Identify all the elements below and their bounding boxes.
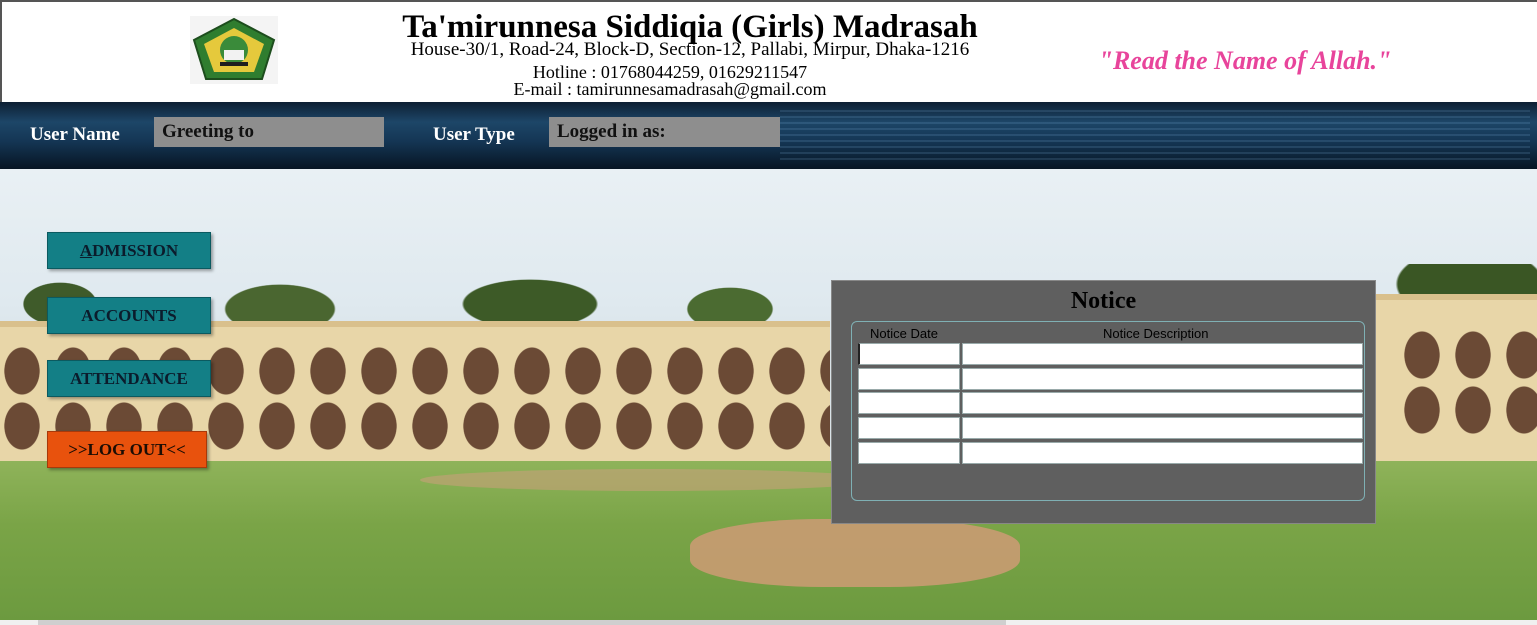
user-type-label: User Type [433,124,515,145]
attendance-button[interactable]: ATTENDANCE [47,360,211,397]
notice-description-cell[interactable] [962,392,1363,414]
column-header-notice-date: Notice Date [870,326,938,341]
notice-date-cell[interactable] [858,343,960,365]
admission-button[interactable]: A DMISSION [47,232,211,269]
notice-title: Notice [1070,288,1137,314]
user-type-field: Logged in as: [549,117,780,147]
notice-description-cell[interactable] [962,368,1363,390]
logout-button[interactable]: >>LOG OUT<< [47,431,207,468]
column-header-notice-description: Notice Description [1103,326,1209,341]
site-header: Ta'mirunnesa Siddiqia (Girls) Madrasah H… [0,0,1537,102]
notice-date-cell[interactable] [858,392,960,414]
notice-date-cell[interactable] [858,368,960,390]
notice-date-cell[interactable] [858,442,960,464]
school-logo-icon [190,16,278,84]
notice-table: Notice Date Notice Description [851,321,1365,501]
school-email: E-mail : tamirunnesamadrasah@gmail.com [513,79,827,99]
motto-text: "Read the Name of Allah." [1098,46,1392,75]
user-name-field: Greeting to [154,117,384,147]
notice-panel: Notice Notice Date Notice Description [831,280,1376,524]
accounts-button[interactable]: ACCOUNTS [47,297,211,334]
scrollbar-thumb[interactable] [38,620,1006,625]
notice-description-cell[interactable] [962,417,1363,439]
notice-date-cell[interactable] [858,417,960,439]
school-address: House-30/1, Road-24, Block-D, Section-12… [410,39,970,60]
admission-label: DMISSION [92,240,179,260]
notice-description-cell[interactable] [962,442,1363,464]
admission-mnemonic: A [79,240,93,260]
notice-description-cell[interactable] [962,343,1363,365]
user-name-label: User Name [30,124,120,145]
